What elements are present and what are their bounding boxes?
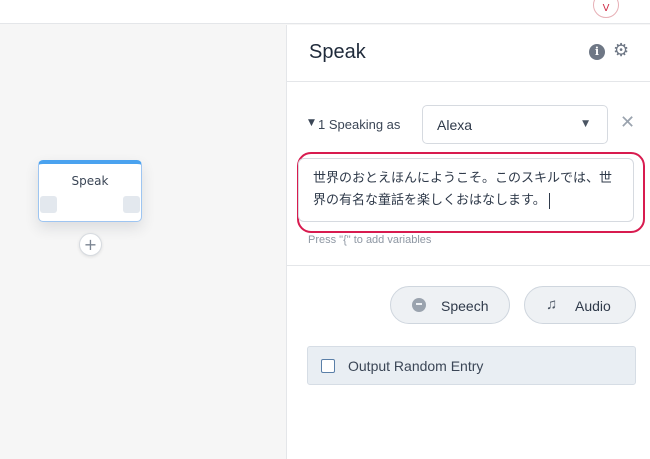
speech-button-label: Speech: [441, 298, 489, 314]
speak-node[interactable]: Speak: [38, 160, 142, 222]
gear-icon[interactable]: ⚙: [613, 42, 629, 60]
node-output-port[interactable]: [123, 196, 140, 213]
collapse-caret-icon[interactable]: ▼: [308, 118, 315, 128]
node-input-port[interactable]: [40, 196, 57, 213]
variables-hint: Press "{" to add variables: [308, 234, 432, 246]
info-icon[interactable]: i: [589, 44, 605, 60]
top-bar: V: [0, 0, 650, 24]
output-random-entry-checkbox[interactable]: [321, 359, 335, 373]
voice-select-value: Alexa: [437, 117, 473, 133]
close-icon[interactable]: ✕: [620, 114, 635, 132]
output-random-entry-label: Output Random Entry: [348, 358, 484, 374]
music-note-icon: ♫: [546, 296, 558, 313]
chevron-down-icon: ▼: [582, 119, 589, 129]
editor-panel: Speak i ⚙ ▼ 1 Speaking as Alexa ▼ ✕ 世界のお…: [286, 25, 650, 459]
panel-title: Speak: [309, 41, 366, 63]
plus-icon: +: [83, 235, 98, 254]
speech-text-input[interactable]: 世界のおとえほんにようこそ。このスキルでは、世界の有名な童話を楽しくおはなします…: [298, 158, 634, 222]
speech-text: 世界のおとえほんにようこそ。このスキルでは、世界の有名な童話を楽しくおはなします…: [313, 171, 613, 208]
add-step-button[interactable]: +: [79, 233, 102, 256]
audio-button-label: Audio: [575, 298, 611, 314]
app-logo-letter: V: [602, 3, 610, 14]
speak-node-title: Speak: [71, 174, 109, 188]
divider: [287, 265, 650, 266]
speaking-as-label: 1 Speaking as: [318, 117, 401, 132]
output-random-entry-option[interactable]: Output Random Entry: [307, 346, 636, 385]
flow-canvas[interactable]: Speak +: [0, 25, 286, 459]
add-audio-button[interactable]: ♫ Audio: [524, 286, 636, 324]
add-speech-button[interactable]: Speech: [390, 286, 510, 324]
app-logo[interactable]: V: [593, 0, 619, 18]
text-cursor: [548, 192, 550, 209]
speaking-as-row: ▼ 1 Speaking as Alexa ▼ ✕: [287, 105, 650, 145]
speech-bubble-icon: [412, 298, 426, 312]
panel-header: Speak i ⚙: [287, 25, 650, 82]
voice-select[interactable]: Alexa ▼: [422, 105, 608, 144]
